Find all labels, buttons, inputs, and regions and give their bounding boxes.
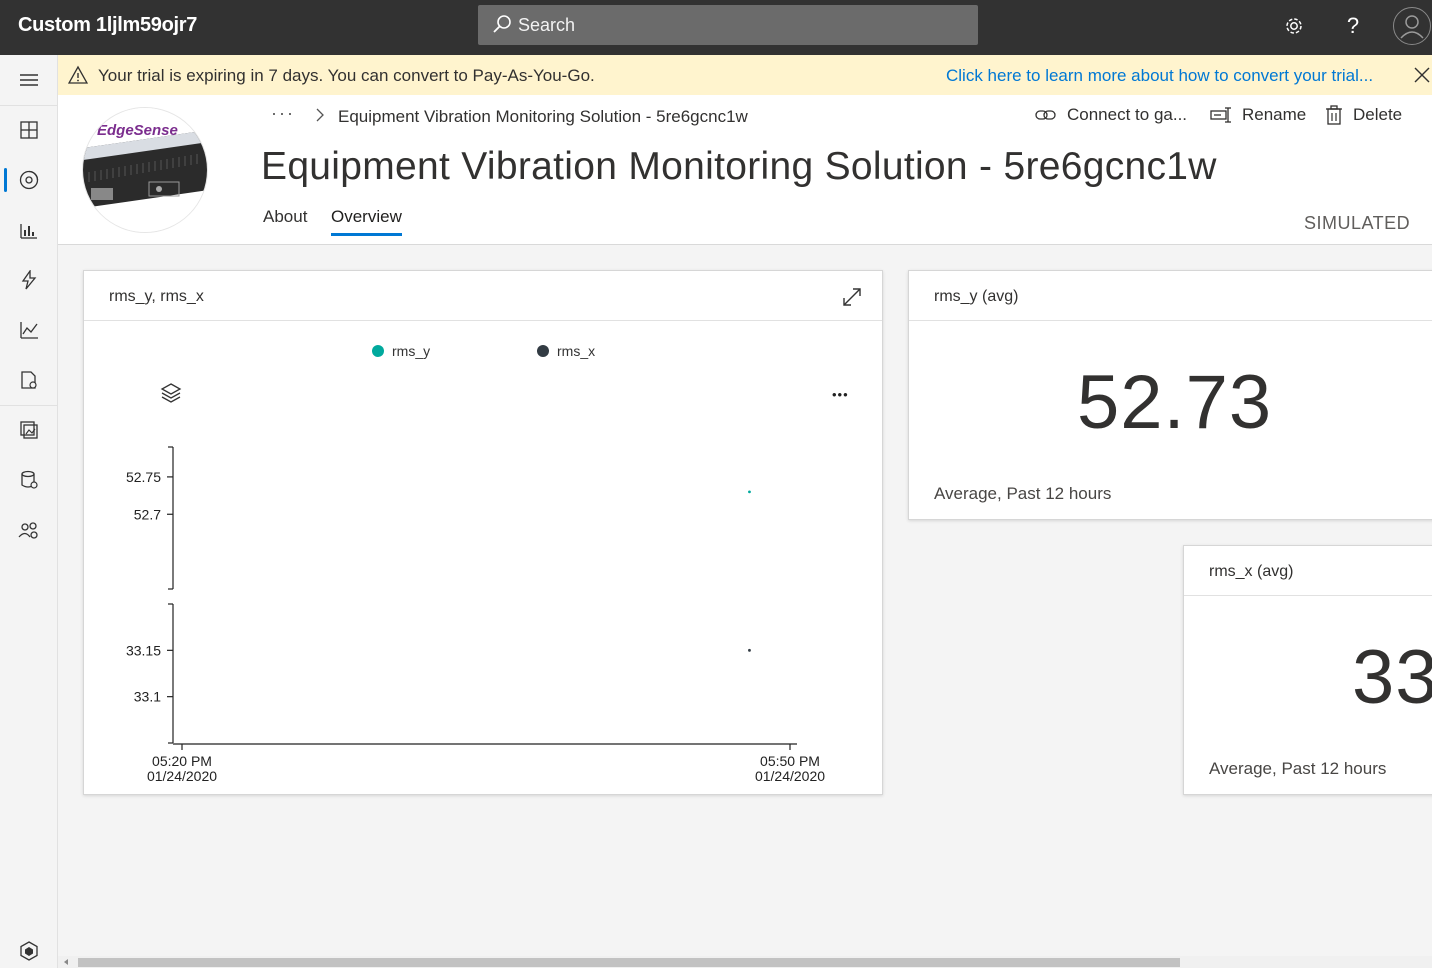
warning-icon [68,65,88,84]
jobs-icon [21,371,37,389]
devices-icon [19,170,39,190]
convert-trial-link[interactable]: Click here to learn more about how to co… [946,66,1373,86]
trash-icon [1326,105,1342,125]
kpi-tile-rms-x-title: rms_x (avg) [1209,563,1294,580]
nav-devices[interactable] [0,160,58,200]
trial-message: Your trial is expiring in 7 days. You ca… [98,66,595,85]
kpi-tile-rms-y-title: rms_y (avg) [934,288,1019,305]
administration-icon [18,522,38,539]
nav-rules[interactable] [0,260,58,300]
y-tick-label: 33.1 [134,689,161,705]
device-groups-icon [20,224,37,239]
avatar-icon [1400,15,1424,39]
kpi-tile-rms-x: rms_x (avg) 33 Average, Past 12 hours [1183,545,1432,795]
nav-analytics[interactable] [0,310,58,350]
nav-data-export[interactable] [0,460,58,500]
kpi-value-rms-y: 52.73 [1077,360,1273,445]
kpi-value-rms-x: 33 [1352,635,1432,720]
device-brand-label: EdgeSense [97,122,178,139]
scrollbar-thumb[interactable] [78,958,1180,967]
x-tick-time-label: 05:50 PM [760,753,820,769]
kpi-caption-rms-y: Average, Past 12 hours [934,484,1112,503]
simulated-badge: SIMULATED [1304,213,1411,233]
x-tick-date-label: 01/24/2020 [147,768,217,784]
device-templates-icon [20,421,38,439]
nav-divider [0,105,58,106]
top-bar: Custom 1ljlm59ojr7 Search ? [0,0,1432,55]
y-tick-label: 52.7 [134,506,161,522]
device-image: EdgeSense [82,107,208,233]
left-nav [0,55,58,968]
menu-icon [20,74,38,86]
delete-label: Delete [1353,105,1403,124]
search-placeholder[interactable]: Search [518,15,575,36]
kpi-caption-rms-x: Average, Past 12 hours [1209,759,1387,778]
horizontal-scrollbar[interactable] [58,956,1432,968]
nav-jobs[interactable] [0,360,58,400]
kpi-tile-rms-y: rms_y (avg) 52.73 Average, Past 12 hours [908,270,1432,520]
rename-label: Rename [1242,105,1307,124]
kpi-tile-rms-x-header: rms_x (avg) [1184,546,1432,596]
search-icon [493,15,511,33]
device-header: EdgeSense ··· Equipment Vibration Monito… [58,95,1432,245]
rules-icon [21,270,37,290]
tab-about[interactable]: About [263,207,307,227]
dashboard-icon [20,121,38,139]
close-icon[interactable] [1412,65,1432,85]
kpi-tile-rms-y-header: rms_y (avg) [909,271,1432,321]
nav-administration[interactable] [0,510,58,550]
chart-plot: 52.7552.733.1533.105:20 PM01/24/202005:5… [126,446,825,784]
trial-banner: Your trial is expiring in 7 days. You ca… [58,55,1432,95]
help-button[interactable]: ? [1341,12,1365,40]
page-title: Equipment Vibration Monitoring Solution … [261,145,1217,188]
breadcrumb-current[interactable]: Equipment Vibration Monitoring Solution … [338,107,748,127]
rename-button[interactable]: Rename [1210,105,1306,125]
data-point-rms-y [748,490,751,494]
nav-divider [0,405,58,406]
nav-device-groups[interactable] [0,210,58,250]
nav-device-templates[interactable] [0,410,58,450]
y-tick-label: 52.75 [126,469,161,485]
chevron-right-icon [316,108,324,122]
nav-app-logo[interactable] [0,931,58,968]
data-point-rms-x [748,648,751,652]
breadcrumb-more-button[interactable]: ··· [271,103,295,124]
link-icon [1035,110,1056,120]
analytics-icon [20,322,38,339]
x-tick-time-label: 05:20 PM [152,753,212,769]
y-tick-label: 33.15 [126,642,161,658]
scroll-left-icon[interactable] [62,958,70,966]
delete-button[interactable]: Delete [1325,105,1402,125]
app-title[interactable]: Custom 1ljlm59ojr7 [18,14,197,37]
nav-menu-button[interactable] [0,60,58,100]
connect-gateway-button[interactable]: Connect to ga... [1035,105,1187,125]
chart-tile: rms_y, rms_x rms_y rms_x ••• 52.75 52.7 33… [83,270,883,795]
x-tick-date-label: 01/24/2020 [755,768,825,784]
connect-gateway-label: Connect to ga... [1067,105,1188,124]
app-logo-icon [20,941,38,961]
tab-overview[interactable]: Overview [331,207,402,236]
gear-icon [1286,18,1302,34]
account-button[interactable] [1393,7,1431,45]
rename-icon [1210,107,1231,123]
help-icon: ? [1346,13,1360,38]
nav-dashboard[interactable] [0,110,58,150]
settings-button[interactable] [1282,12,1306,40]
data-export-icon [21,470,38,489]
search-box[interactable]: Search [478,5,978,45]
